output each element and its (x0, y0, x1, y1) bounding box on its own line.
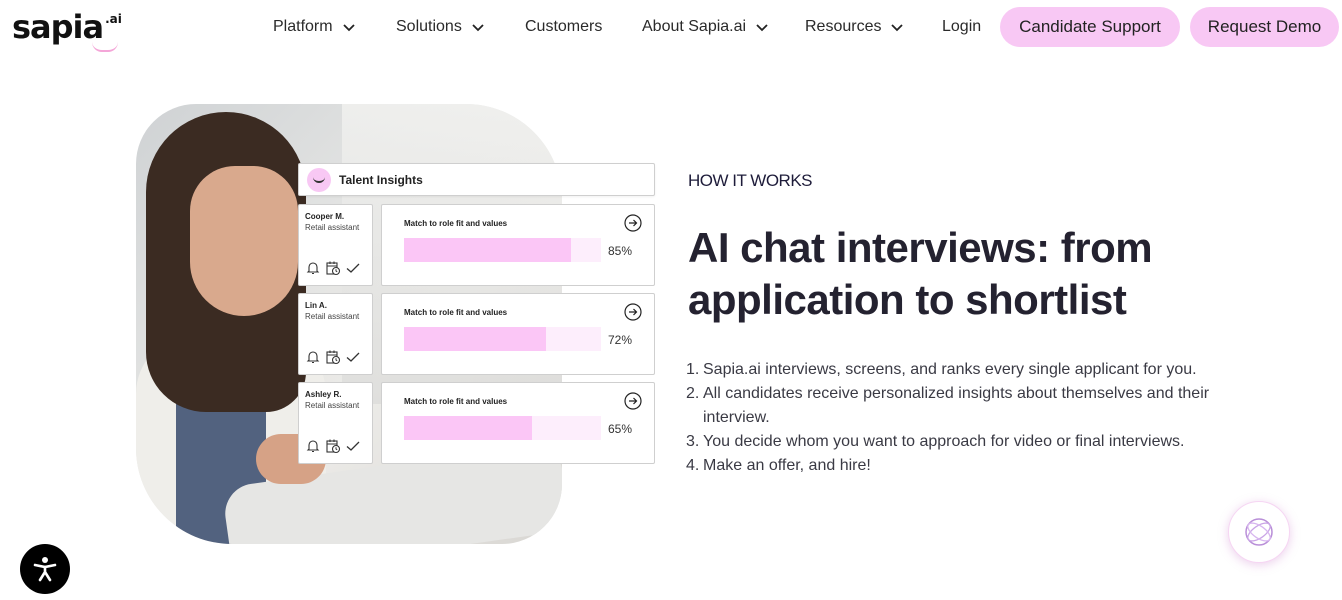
match-label: Match to role fit and values (404, 308, 508, 317)
list-item: 3. You decide whom you want to approach f… (686, 430, 1246, 454)
match-percent: 72% (608, 333, 633, 347)
nav-label: Login (942, 18, 982, 35)
candidate-actions (305, 260, 361, 276)
step-number: 1. (686, 361, 700, 378)
nav-label: Customers (525, 18, 603, 35)
section-headline: AI chat interviews: from application to … (688, 224, 1153, 323)
candidate-role: Retail assistant (305, 312, 360, 321)
candidate-name: Cooper M. (305, 212, 345, 221)
candidate-role: Retail assistant (305, 223, 360, 232)
match-card: Match to role fit and values 72% (381, 293, 655, 375)
step-text: Sapia.ai interviews, screens, and ranks … (703, 361, 1197, 378)
nav-item-solutions[interactable]: Solutions (396, 18, 486, 36)
candidate-name: Ashley R. (305, 390, 342, 399)
request-demo-button[interactable]: Request Demo (1190, 7, 1339, 47)
nav-item-login[interactable]: Login (942, 18, 981, 36)
photo-face (190, 166, 298, 316)
main-nav: Platform Solutions Customers About Sapia… (0, 0, 1342, 56)
chevron-down-icon (891, 24, 904, 32)
calendar-clock-icon (326, 261, 341, 276)
match-percent: 85% (608, 244, 633, 258)
match-card: Match to role fit and values 65% (381, 382, 655, 464)
match-bar-fill (404, 416, 533, 440)
candidate-role: Retail assistant (305, 401, 360, 410)
step-text: All candidates receive personalized insi… (703, 385, 1210, 426)
nav-item-about[interactable]: About Sapia.ai (642, 18, 770, 36)
chevron-down-icon (342, 24, 355, 32)
step-number: 3. (686, 433, 700, 450)
match-bar-track (404, 238, 601, 262)
candidate-card: Ashley R. Retail assistant (298, 382, 373, 464)
section-eyebrow: HOW IT WORKS (688, 171, 813, 190)
match-bar-fill (404, 238, 572, 262)
nav-label: Platform (273, 18, 333, 35)
list-item: 1. Sapia.ai interviews, screens, and rank… (686, 358, 1246, 382)
candidate-actions (305, 438, 361, 454)
match-percent: 65% (608, 422, 633, 436)
match-label: Match to role fit and values (404, 397, 508, 406)
check-icon (346, 352, 360, 362)
match-bar-track (404, 416, 601, 440)
candidate-actions (305, 349, 361, 365)
candidate-card: Cooper M. Retail assistant (298, 204, 373, 286)
bell-icon (306, 262, 320, 275)
candidate-card: Lin A. Retail assistant (298, 293, 373, 375)
nav-item-customers[interactable]: Customers (525, 18, 602, 36)
step-text: Make an offer, and hire! (703, 457, 871, 474)
list-item: 4. Make an offer, and hire! (686, 454, 1246, 478)
talent-insights-title: Talent Insights (339, 172, 423, 187)
chevron-down-icon (472, 24, 484, 32)
accessibility-icon (33, 557, 57, 582)
match-bar-fill (404, 327, 546, 351)
accessibility-button[interactable] (20, 544, 70, 594)
match-bar-track (404, 327, 601, 351)
bell-icon (306, 440, 320, 453)
chat-globe-icon (1245, 518, 1273, 546)
step-number: 4. (686, 457, 700, 474)
nav-label: Resources (805, 18, 882, 35)
calendar-clock-icon (326, 350, 341, 365)
talent-insights-header: Talent Insights (298, 163, 655, 196)
calendar-clock-icon (326, 439, 341, 454)
candidate-name: Lin A. (305, 301, 327, 310)
arrow-right-circle-icon[interactable] (624, 392, 642, 410)
step-number: 2. (686, 385, 700, 402)
list-item: 2. All candidates receive personalized in… (686, 382, 1246, 430)
sapia-smile-icon (307, 167, 331, 192)
candidate-support-button[interactable]: Candidate Support (1000, 7, 1180, 47)
nav-item-platform[interactable]: Platform (273, 18, 357, 36)
nav-label: About Sapia.ai (642, 18, 747, 35)
match-label: Match to role fit and values (404, 219, 508, 228)
nav-label: Solutions (396, 18, 462, 35)
steps-list: 1. Sapia.ai interviews, screens, and rank… (686, 358, 1246, 478)
match-card: Match to role fit and values 85% (381, 204, 655, 286)
chat-widget-button[interactable] (1228, 501, 1290, 563)
check-icon (346, 441, 360, 451)
nav-item-resources[interactable]: Resources (805, 18, 905, 36)
bell-icon (306, 351, 320, 364)
arrow-right-circle-icon[interactable] (624, 214, 642, 232)
arrow-right-circle-icon[interactable] (624, 303, 642, 321)
step-text: You decide whom you want to approach for… (703, 433, 1185, 450)
chevron-down-icon (756, 24, 768, 32)
check-icon (346, 263, 360, 273)
